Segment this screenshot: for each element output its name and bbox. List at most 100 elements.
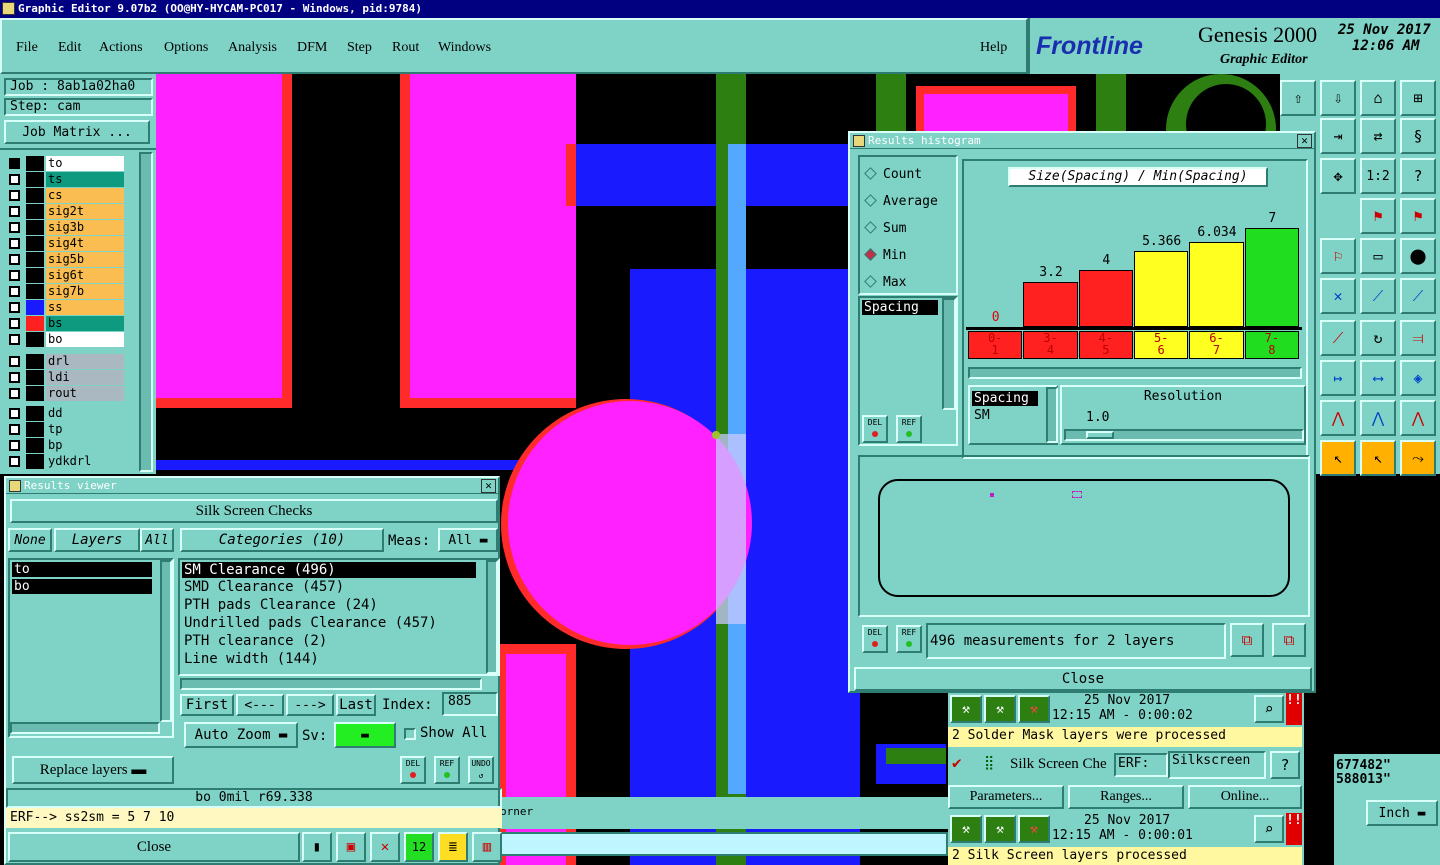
layer-row-bo[interactable]: bo bbox=[6, 332, 124, 347]
help-icon[interactable]: ? bbox=[1400, 158, 1436, 194]
run-icon[interactable]: ⚒ bbox=[984, 695, 1016, 723]
category-scrollbar[interactable] bbox=[486, 560, 498, 674]
layer-checkbox[interactable] bbox=[9, 424, 20, 435]
severity-select[interactable]: ▬ bbox=[334, 722, 396, 748]
layer-row-dd[interactable]: dd bbox=[6, 406, 124, 421]
field-item[interactable]: SM bbox=[974, 408, 1056, 423]
last-button[interactable]: Last bbox=[336, 694, 376, 716]
layer-row-sig6t[interactable]: sig6t bbox=[6, 268, 124, 283]
layer-checkbox[interactable] bbox=[9, 440, 20, 451]
category-item[interactable]: Undrilled pads Clearance (457) bbox=[180, 614, 498, 632]
line-add-icon[interactable]: ⟋ bbox=[1400, 278, 1436, 314]
menu-options[interactable]: Options bbox=[164, 40, 208, 56]
show-all-checkbox[interactable] bbox=[404, 728, 416, 740]
all-button[interactable]: All bbox=[140, 528, 174, 552]
category-item[interactable]: Line width (144) bbox=[180, 650, 498, 668]
open-icon[interactable]: ⇧ bbox=[1280, 80, 1316, 116]
select-icon[interactable]: ⚑ bbox=[1360, 198, 1396, 234]
next-button[interactable]: ---> bbox=[286, 694, 334, 716]
cut-icon[interactable]: ✕ bbox=[1320, 278, 1356, 314]
histogram-close-button[interactable]: Close bbox=[854, 667, 1312, 691]
mode-max[interactable]: Max bbox=[864, 275, 906, 290]
pan-icon[interactable]: ✥ bbox=[1320, 158, 1356, 194]
menu-windows[interactable]: Windows bbox=[438, 40, 491, 56]
category-list[interactable]: SM Clearance (496) SMD Clearance (457) P… bbox=[178, 558, 500, 676]
parameters-button[interactable]: Parameters... bbox=[948, 785, 1064, 809]
ref-button[interactable]: REF bbox=[434, 756, 460, 784]
erase-icon[interactable]: ✕ bbox=[370, 832, 400, 862]
ruler-icon[interactable]: ▭ bbox=[1360, 238, 1396, 274]
flag-icon[interactable]: ⚐ bbox=[1320, 238, 1356, 274]
zoom-out-icon[interactable]: ⧉ bbox=[1272, 623, 1306, 657]
layer-checkbox[interactable] bbox=[9, 158, 20, 169]
layer-checkbox[interactable] bbox=[9, 318, 20, 329]
job-matrix-button[interactable]: Job Matrix ... bbox=[4, 120, 150, 144]
zoom-icon[interactable]: ⌕ bbox=[1254, 695, 1284, 723]
layer-checkbox[interactable] bbox=[9, 174, 20, 185]
select-all-icon[interactable]: ⚑ bbox=[1400, 198, 1436, 234]
mode-average[interactable]: Average bbox=[864, 194, 938, 209]
save-icon[interactable]: ⇩ bbox=[1320, 80, 1356, 116]
menu-help[interactable]: Help bbox=[980, 40, 1007, 56]
layer-checkbox[interactable] bbox=[9, 456, 20, 467]
report-icon[interactable]: ▮ bbox=[302, 832, 332, 862]
arc-icon[interactable]: ↻ bbox=[1360, 320, 1396, 356]
index-field[interactable]: 885 bbox=[442, 692, 498, 716]
layer-row-bs[interactable]: bs bbox=[6, 316, 124, 331]
prev-button[interactable]: <--- bbox=[236, 694, 284, 716]
zoom-icon[interactable]: ⌕ bbox=[1254, 815, 1284, 843]
layers-button[interactable]: Layers bbox=[54, 528, 140, 552]
layer-row-sig3b[interactable]: sig3b bbox=[6, 220, 124, 235]
category-item[interactable]: PTH clearance (2) bbox=[180, 632, 498, 650]
erf-field[interactable]: Silkscreen bbox=[1168, 751, 1266, 779]
layer-row-ldi[interactable]: ldi bbox=[6, 370, 124, 385]
measure-icon[interactable]: ⟷ bbox=[1360, 360, 1396, 396]
category-item[interactable]: PTH pads Clearance (24) bbox=[180, 596, 498, 614]
categories-button[interactable]: Categories (10) bbox=[180, 528, 384, 552]
draw-icon[interactable]: ⟋ bbox=[1320, 320, 1356, 356]
cursor-icon[interactable]: ↖ bbox=[1320, 440, 1356, 476]
layer-checkbox[interactable] bbox=[9, 356, 20, 367]
first-button[interactable]: First bbox=[180, 694, 234, 716]
layer-row-sig2t[interactable]: sig2t bbox=[6, 204, 124, 219]
auto-zoom-select[interactable]: Auto Zoom ▬ bbox=[184, 722, 298, 748]
layer-checkbox[interactable] bbox=[9, 206, 20, 217]
del-button[interactable]: DEL bbox=[862, 625, 888, 653]
online-button[interactable]: Online... bbox=[1188, 785, 1302, 809]
help-icon[interactable]: ? bbox=[1270, 751, 1300, 779]
menu-file[interactable]: File bbox=[16, 40, 38, 56]
histogram-icon[interactable]: ▥ bbox=[472, 832, 502, 862]
layer-checkbox[interactable] bbox=[9, 408, 20, 419]
attribute-item[interactable]: Spacing bbox=[862, 300, 938, 315]
category-item[interactable]: SMD Clearance (457) bbox=[180, 578, 498, 596]
field-list[interactable]: Spacing SM bbox=[968, 385, 1058, 445]
layer-list[interactable]: to bo bbox=[8, 558, 174, 738]
layer-checkbox[interactable] bbox=[9, 388, 20, 399]
run-icon[interactable]: ⚒ bbox=[950, 695, 982, 723]
menu-edit[interactable]: Edit bbox=[58, 40, 81, 56]
run-icon[interactable]: ⚒ bbox=[1018, 695, 1050, 723]
layer-row-sig7b[interactable]: sig7b bbox=[6, 284, 124, 299]
close-icon[interactable]: ✕ bbox=[1297, 134, 1312, 148]
undo-button[interactable]: UNDO ↺ bbox=[468, 756, 494, 784]
mode-min[interactable]: Min bbox=[864, 248, 906, 263]
none-button[interactable]: None bbox=[8, 528, 52, 552]
move-icon[interactable]: ↦ bbox=[1320, 360, 1356, 396]
layer-row-to[interactable]: to bbox=[6, 156, 124, 171]
layer-row-drl[interactable]: drl bbox=[6, 354, 124, 369]
enter-icon[interactable]: ⇥ bbox=[1320, 118, 1356, 154]
resolution-slider[interactable] bbox=[1064, 429, 1304, 441]
zoom-in-icon[interactable]: ⧉ bbox=[1230, 623, 1264, 657]
run-icon[interactable]: ⚒ bbox=[1018, 815, 1050, 843]
menu-dfm[interactable]: DFM bbox=[297, 40, 327, 56]
layer-checkbox[interactable] bbox=[9, 302, 20, 313]
print-icon[interactable]: ▣ bbox=[336, 832, 366, 862]
menu-analysis[interactable]: Analysis bbox=[228, 40, 277, 56]
layer-checkbox[interactable] bbox=[9, 286, 20, 297]
layer-checkbox[interactable] bbox=[9, 334, 20, 345]
layer-row-ts[interactable]: ts bbox=[6, 172, 124, 187]
chart-scrollbar[interactable] bbox=[968, 367, 1302, 379]
field-item[interactable]: Spacing bbox=[972, 391, 1038, 406]
ranges-button[interactable]: Ranges... bbox=[1068, 785, 1184, 809]
pointer-icon[interactable]: ↖ bbox=[1360, 440, 1396, 476]
